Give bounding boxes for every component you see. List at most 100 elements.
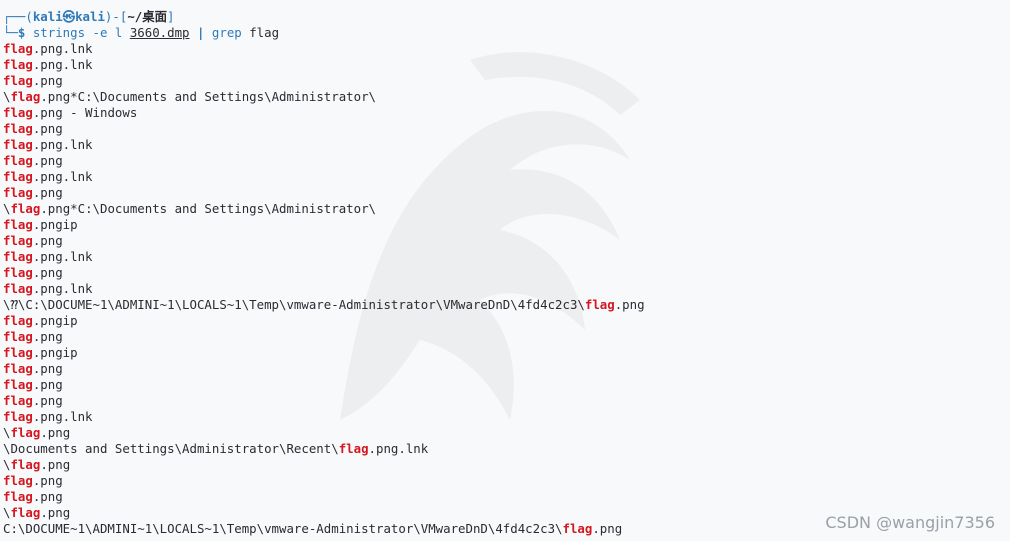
output-line-suffix: .png.lnk [32,41,93,56]
terminal-window[interactable]: ┌──(kali㉿kali)-[~/桌面] └─$ strings -e l 3… [0,0,1010,541]
prompt-frame-bottom: └─ [3,25,18,40]
grep-command: grep [211,25,242,40]
prompt-frame-mid: )-[ [104,9,128,24]
output-line-suffix: .png [32,361,63,376]
output-line: flag.png.lnk [3,57,1010,73]
output-line: flag.png.lnk [3,249,1010,265]
match-highlight: flag [3,489,33,504]
output-line: flag.png.lnk [3,137,1010,153]
output-line: flag.png.lnk [3,409,1010,425]
output-lines: flag.png.lnk flag.png.lnk flag.png \flag.pn… [3,41,1010,537]
output-line: \⁇\C:\DOCUME~1\ADMINI~1\LOCALS~1\Temp\vm… [3,297,1010,313]
output-line: \Documents and Settings\Administrator\Re… [3,441,1010,457]
match-highlight: flag [3,409,33,424]
command-line[interactable]: └─$ strings -e l 3660.dmp | grep flag [3,25,1010,41]
prompt-frame-left: ┌──( [3,9,33,24]
output-line-suffix: .pngip [32,345,78,360]
output-line-suffix: .png.lnk [368,441,429,456]
match-highlight: flag [3,361,33,376]
prompt-header-line: ┌──(kali㉿kali)-[~/桌面] [3,9,1010,25]
match-highlight: flag [3,105,33,120]
match-highlight: flag [3,57,33,72]
prompt-frame-close: ] [167,9,175,24]
match-highlight: flag [3,169,33,184]
match-highlight: flag [3,377,33,392]
output-line: flag.png [3,489,1010,505]
command-file: 3660.dmp [129,25,190,40]
output-line: flag.pngip [3,217,1010,233]
output-line-prefix: \⁇\C:\DOCUME~1\ADMINI~1\LOCALS~1\Temp\vm… [3,297,585,312]
output-line: \flag.png [3,457,1010,473]
match-highlight: flag [3,265,33,280]
output-line-suffix: .png*C:\Documents and Settings\Administr… [40,89,377,104]
output-line: flag.png - Windows [3,105,1010,121]
output-line-suffix: .png [32,121,63,136]
output-line: flag.png.lnk [3,41,1010,57]
output-line: flag.png [3,185,1010,201]
output-line-suffix: .png [32,377,63,392]
output-line-suffix: .png*C:\Documents and Settings\Administr… [40,201,377,216]
match-highlight: flag [3,73,33,88]
match-highlight: flag [3,153,33,168]
match-highlight: flag [562,521,593,536]
terminal-output: ┌──(kali㉿kali)-[~/桌面] └─$ strings -e l 3… [3,9,1010,537]
output-line-suffix: .png.lnk [32,169,93,184]
command-pipe: | [189,25,212,40]
output-line: flag.png [3,73,1010,89]
output-line-suffix: .png - Windows [32,105,138,120]
match-highlight: flag [10,457,41,472]
output-line: flag.png.lnk [3,169,1010,185]
match-highlight: flag [3,345,33,360]
output-line: flag.png [3,393,1010,409]
match-highlight: flag [3,281,33,296]
csdn-watermark: CSDN @wangjin7356 [825,513,995,532]
output-line-suffix: .png [32,265,63,280]
output-line: flag.pngip [3,313,1010,329]
match-highlight: flag [3,313,33,328]
output-line-suffix: .png [32,393,63,408]
output-line: flag.png [3,473,1010,489]
output-line-suffix: .png [592,521,623,536]
output-line-suffix: .pngip [32,217,78,232]
match-highlight: flag [3,393,33,408]
output-line: flag.png.lnk [3,281,1010,297]
match-highlight: flag [10,201,41,216]
output-line-suffix: .png [40,425,71,440]
output-line-suffix: .png [40,457,71,472]
output-line-prefix: C:\DOCUME~1\ADMINI~1\LOCALS~1\Temp\vmwar… [3,521,563,536]
output-line: flag.png [3,121,1010,137]
output-line: flag.png [3,377,1010,393]
output-line-suffix: .png.lnk [32,137,93,152]
output-line-suffix: .png [32,473,63,488]
output-line-suffix: .png [32,233,63,248]
output-line-suffix: .png [32,185,63,200]
prompt-dollar: $ [17,25,33,40]
output-line-suffix: .png.lnk [32,249,93,264]
output-line-suffix: .png [32,153,63,168]
output-line: flag.png [3,265,1010,281]
match-highlight: flag [3,41,33,56]
match-highlight: flag [3,233,33,248]
match-highlight: flag [3,473,33,488]
match-highlight: flag [3,121,33,136]
output-line-suffix: .png.lnk [32,281,93,296]
grep-argument: flag [241,25,280,40]
prompt-directory: ~/桌面 [127,9,168,24]
output-line-suffix: .png.lnk [32,57,93,72]
command-args: -e l [85,25,130,40]
output-line-suffix: .png [40,505,71,520]
output-line: flag.png [3,153,1010,169]
output-line-suffix: .pngip [32,313,78,328]
output-line: \flag.png*C:\Documents and Settings\Admi… [3,201,1010,217]
match-highlight: flag [338,441,369,456]
match-highlight: flag [3,217,33,232]
output-line-suffix: .png [614,297,645,312]
output-line-suffix: .png [32,489,63,504]
output-line-suffix: .png [32,329,63,344]
output-line: flag.png [3,361,1010,377]
match-highlight: flag [10,505,41,520]
output-line-suffix: .png.lnk [32,409,93,424]
match-highlight: flag [10,89,41,104]
match-highlight: flag [584,297,615,312]
match-highlight: flag [3,137,33,152]
